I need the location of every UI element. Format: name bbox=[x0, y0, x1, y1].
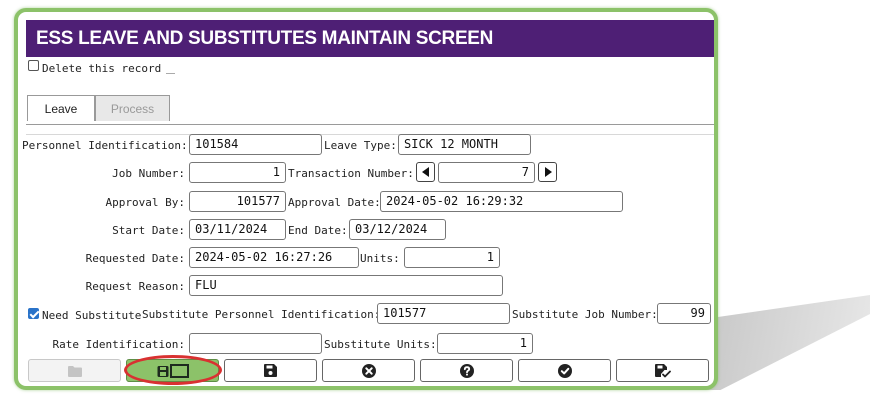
units-input[interactable]: 1 bbox=[404, 247, 500, 268]
open-folder-button[interactable] bbox=[28, 359, 121, 382]
units-label: Units: bbox=[360, 252, 400, 265]
highlight-ring bbox=[124, 355, 222, 385]
next-transaction-button[interactable] bbox=[538, 162, 557, 182]
approval-date-label: Approval Date: bbox=[288, 196, 381, 209]
rate-id-input[interactable] bbox=[189, 333, 322, 354]
save-button[interactable] bbox=[224, 359, 317, 382]
job-number-input[interactable]: 1 bbox=[189, 162, 286, 183]
app-window: ESS LEAVE AND SUBSTITUTES MAINTAIN SCREE… bbox=[14, 8, 718, 390]
save-and-verify-button[interactable] bbox=[616, 359, 709, 382]
job-number-label: Job Number: bbox=[112, 167, 185, 180]
folder-icon bbox=[67, 365, 82, 377]
sub-units-input[interactable]: 1 bbox=[437, 333, 533, 354]
previous-transaction-button[interactable] bbox=[416, 162, 435, 182]
requested-date-input[interactable]: 2024-05-02 16:27:26 bbox=[189, 247, 359, 268]
approval-by-label: Approval By: bbox=[105, 196, 185, 209]
tab-leave[interactable]: Leave bbox=[27, 95, 95, 121]
request-reason-label: Request Reason: bbox=[85, 280, 185, 293]
request-reason-input[interactable]: FLU bbox=[189, 275, 503, 296]
save-check-icon bbox=[654, 363, 671, 377]
help-circle-icon bbox=[459, 363, 474, 378]
delete-record-label: Delete this record bbox=[42, 62, 162, 75]
sub-personnel-id-input[interactable]: 101577 bbox=[377, 303, 510, 324]
need-substitute-checkbox[interactable] bbox=[28, 308, 39, 319]
requested-date-label: Requested Date: bbox=[85, 252, 185, 265]
leave-type-input[interactable]: SICK 12 MONTH bbox=[398, 134, 531, 155]
sub-units-label: Substitute Units: bbox=[324, 338, 437, 351]
end-date-input[interactable]: 03/12/2024 bbox=[349, 219, 446, 240]
transaction-number-input[interactable]: 7 bbox=[438, 162, 535, 183]
leave-type-label: Leave Type: bbox=[324, 139, 397, 152]
approval-by-input[interactable]: 101577 bbox=[189, 191, 286, 212]
tab-process[interactable]: Process bbox=[95, 95, 170, 121]
transaction-number-label: Transaction Number: bbox=[288, 167, 414, 180]
sub-job-number-input[interactable]: 99 bbox=[657, 303, 711, 324]
cancel-circle-icon bbox=[361, 363, 376, 378]
need-substitute-label: Need Substitute bbox=[42, 309, 142, 322]
help-button[interactable] bbox=[420, 359, 513, 382]
right-edge-line bbox=[717, 134, 718, 354]
cancel-button[interactable] bbox=[322, 359, 415, 382]
approval-date-input[interactable]: 2024-05-02 16:29:32 bbox=[380, 191, 623, 212]
personnel-id-input[interactable]: 101584 bbox=[189, 134, 322, 155]
window-title: ESS LEAVE AND SUBSTITUTES MAINTAIN SCREE… bbox=[26, 20, 714, 57]
start-date-label: Start Date: bbox=[112, 224, 185, 237]
delete-record-checkbox[interactable] bbox=[28, 60, 39, 71]
check-circle-icon bbox=[557, 363, 572, 378]
start-date-input[interactable]: 03/11/2024 bbox=[189, 219, 286, 240]
end-date-label: End Date: bbox=[288, 224, 348, 237]
form-top-separator bbox=[26, 134, 714, 135]
personnel-id-label: Personnel Identification: bbox=[22, 139, 188, 152]
confirm-button[interactable] bbox=[518, 359, 611, 382]
sub-job-number-label: Substitute Job Number: bbox=[512, 308, 658, 321]
floppy-disk-icon bbox=[264, 364, 277, 377]
rate-id-label: Rate Identification: bbox=[52, 338, 185, 351]
tab-divider bbox=[26, 124, 714, 125]
sub-personnel-id-label: Substitute Personnel Identification: bbox=[142, 308, 381, 321]
delete-record-underline bbox=[166, 73, 175, 74]
